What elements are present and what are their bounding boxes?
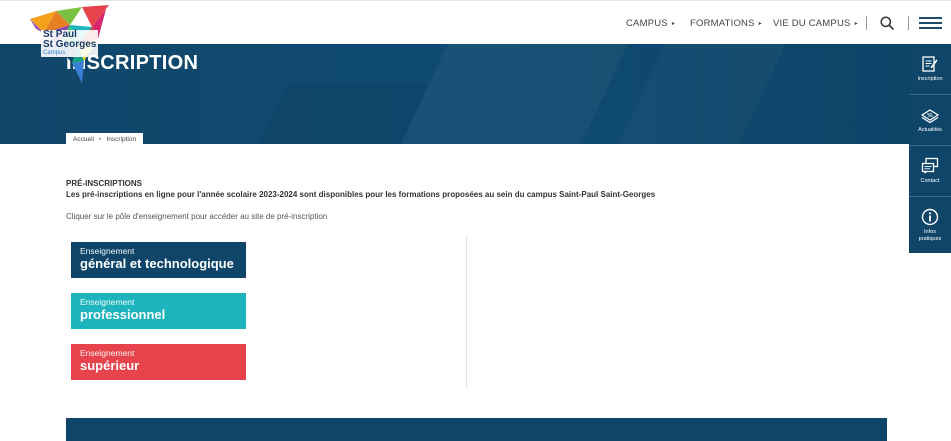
breadcrumb-current: Inscription bbox=[106, 135, 137, 143]
pole-general-technologique-button[interactable]: Enseignement général et technologique bbox=[71, 242, 246, 278]
nav-campus[interactable]: CAMPUS ▸ bbox=[626, 1, 675, 45]
nav-vie-du-campus[interactable]: VIE DU CAMPUS ▸ bbox=[773, 1, 858, 45]
breadcrumb: Accueil ▸ Inscription bbox=[66, 133, 144, 145]
nav-divider bbox=[908, 16, 909, 30]
pole-superieur-button[interactable]: Enseignement supérieur bbox=[71, 344, 246, 380]
pole-big-label: général et technologique bbox=[80, 256, 234, 271]
pole-big-label: professionnel bbox=[80, 307, 166, 322]
logo-line-3: Campus bbox=[41, 50, 99, 57]
side-item-inscription[interactable]: Inscription bbox=[909, 44, 951, 95]
section-description: Les pré-inscriptions en ligne pour l'ann… bbox=[66, 190, 656, 199]
side-item-label: Inscription bbox=[917, 76, 943, 83]
breadcrumb-separator-icon: ▸ bbox=[98, 136, 102, 142]
nav-item-label: VIE DU CAMPUS bbox=[773, 17, 851, 29]
nav-item-label: FORMATIONS bbox=[690, 17, 755, 29]
side-item-label: Infos pratiques bbox=[918, 229, 942, 242]
breadcrumb-home-link[interactable]: Accueil bbox=[73, 136, 94, 143]
side-item-infos-pratiques[interactable]: Infos pratiques bbox=[909, 197, 951, 253]
caret-right-icon: ▸ bbox=[671, 20, 676, 27]
campus-logo[interactable]: St Paul St Georges Campus bbox=[26, 5, 110, 85]
section-hint: Cliquer sur le pôle d'enseignement pour … bbox=[66, 212, 328, 221]
logo-text: St Paul St Georges Campus bbox=[41, 30, 99, 57]
side-item-label: Contact bbox=[920, 178, 940, 185]
search-icon[interactable] bbox=[880, 16, 894, 30]
pole-small-label: Enseignement bbox=[80, 297, 135, 307]
caret-right-icon: ▸ bbox=[854, 20, 858, 27]
section-title: PRÉ-INSCRIPTIONS bbox=[66, 179, 143, 188]
nav-item-campus[interactable]: CAMPUS ▸ bbox=[626, 18, 675, 29]
pole-small-label: Enseignement bbox=[80, 246, 135, 256]
nav-item-formations[interactable]: FORMATIONS ▸ bbox=[690, 18, 762, 29]
chat-bubbles-icon bbox=[921, 158, 939, 175]
logo-line-2: St Georges bbox=[41, 39, 99, 50]
side-item-contact[interactable]: Contact bbox=[909, 146, 951, 197]
quick-access-panel: Inscription Actualités Contact Infos pra… bbox=[909, 44, 951, 253]
pole-big-label: supérieur bbox=[80, 358, 140, 373]
pole-small-label: Enseignement bbox=[80, 348, 135, 358]
side-item-actualites[interactable]: Actualités bbox=[909, 95, 951, 146]
pole-professionnel-button[interactable]: Enseignement professionnel bbox=[71, 293, 246, 329]
form-edit-icon bbox=[922, 56, 938, 72]
nav-divider bbox=[866, 16, 867, 30]
info-circle-icon bbox=[921, 208, 939, 226]
site-header: St Paul St Georges Campus CAMPUS ▸ FORMA… bbox=[0, 0, 951, 83]
caret-right-icon: ▸ bbox=[758, 20, 762, 27]
side-item-label: Actualités bbox=[918, 127, 942, 134]
hamburger-menu-icon[interactable] bbox=[919, 17, 942, 29]
nav-item-vie-du-campus[interactable]: VIE DU CAMPUS ▸ bbox=[773, 18, 858, 29]
column-divider bbox=[466, 236, 467, 388]
newspaper-icon bbox=[921, 109, 939, 124]
nav-item-label: CAMPUS bbox=[626, 17, 668, 29]
footer-band bbox=[66, 418, 887, 441]
nav-formations[interactable]: FORMATIONS ▸ bbox=[690, 1, 762, 45]
